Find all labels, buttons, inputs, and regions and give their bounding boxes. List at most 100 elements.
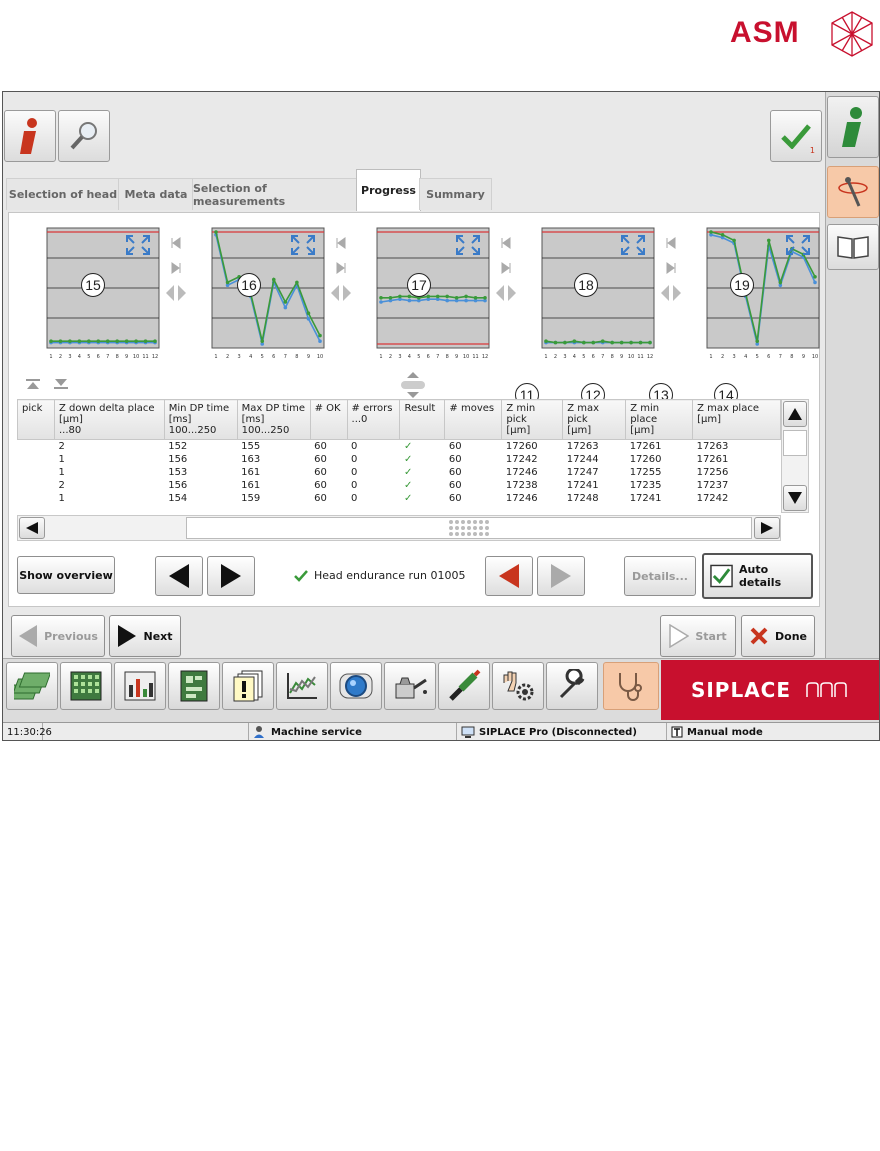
show-overview-button[interactable]: Show overview [17, 556, 115, 594]
details-button[interactable]: Details... [624, 556, 696, 596]
chart-16[interactable]: 1 2 3 4 5 6 7 8 9 10 [200, 222, 338, 372]
expand-chart-icon[interactable] [620, 234, 646, 256]
toolbar-statistics-button[interactable] [114, 662, 166, 710]
tab-progress[interactable]: Progress [356, 169, 421, 211]
toolbar-tools-button[interactable] [438, 662, 490, 710]
next-run-button[interactable] [207, 556, 255, 596]
column-header-max-dp-time[interactable]: Max DP time [ms] 100...250 [236, 399, 311, 440]
column-header-z-min-place[interactable]: Z min place [µm] [625, 399, 694, 440]
data-point [318, 333, 322, 338]
data-point [648, 340, 652, 345]
toolbar-grid-button[interactable] [60, 662, 112, 710]
info-button[interactable] [4, 110, 56, 162]
column-header-min-dp-time[interactable]: Min DP time [ms] 100...250 [163, 399, 238, 440]
expand-chart-icon[interactable] [785, 234, 811, 256]
toolbar-setup-button[interactable] [6, 662, 58, 710]
table-cell: 17263 [696, 441, 729, 452]
chart-19[interactable]: 1 2 3 4 5 6 7 8 9 10 [695, 222, 833, 372]
scroll-left-button[interactable] [19, 517, 45, 539]
expand-chart-icon[interactable] [455, 234, 481, 256]
tab-meta-data[interactable]: Meta data [118, 178, 194, 210]
chart-nav-4[interactable] [659, 233, 683, 333]
previous-measurement-button[interactable] [485, 556, 533, 596]
data-point [134, 339, 138, 343]
table-cell: 0 [351, 441, 358, 452]
data-point [445, 298, 449, 303]
service-tool-button[interactable] [827, 166, 879, 218]
table-vertical-scrollbar[interactable] [781, 399, 809, 513]
scroll-down-button[interactable] [783, 485, 807, 511]
scroll-top-icon[interactable] [25, 378, 41, 390]
oil-can-icon [395, 677, 427, 699]
column-header-z-down-delta-place[interactable]: Z down delta place [µm] ...80 [53, 399, 165, 440]
column-header-z-max-pick[interactable]: Z max pick [µm] [562, 399, 627, 440]
toolbar-trend-button[interactable] [276, 662, 328, 710]
chart-nav-1[interactable] [164, 233, 188, 333]
help-info-button[interactable] [827, 96, 879, 158]
result-check-cell: ✓ [403, 467, 413, 478]
header-line: Z min place [630, 403, 660, 425]
table-cell: 0 [351, 480, 358, 491]
table-cell: 153 [168, 467, 188, 478]
table-row[interactable]: 2 156 161 60 0 ✓ 60 17238 17241 17235 17237 [18, 479, 781, 492]
column-header-ok[interactable]: # OK [309, 399, 348, 440]
column-header-result[interactable]: Result [399, 399, 446, 440]
header-line: [µm] [697, 414, 721, 425]
start-button[interactable]: Start [660, 615, 736, 657]
table-row[interactable]: 2 152 155 60 0 ✓ 60 17260 17263 17261 17263 [18, 440, 781, 454]
toolbar-service-button[interactable] [603, 662, 659, 710]
scroll-right-button[interactable] [754, 517, 780, 539]
toolbar-wrench-button[interactable] [546, 662, 598, 710]
splitter-handle-icon[interactable] [397, 371, 429, 399]
table-horizontal-scrollbar[interactable] [17, 515, 781, 541]
chart-17[interactable]: 1 2 3 4 5 6 7 8 9 10 11 12 [365, 222, 503, 372]
vertical-scroll-thumb[interactable] [783, 430, 807, 456]
tab-selection-of-measurements[interactable]: Selection of measurements [192, 178, 358, 210]
table-row[interactable]: 1 153 161 60 0 ✓ 60 17246 17247 17255 17256 [18, 466, 781, 479]
tab-selection-of-head[interactable]: Selection of head [6, 178, 120, 210]
previous-run-button[interactable] [155, 556, 203, 596]
column-header-pick[interactable]: pick [17, 399, 55, 440]
tab-summary[interactable]: Summary [419, 178, 492, 210]
next-measurement-button[interactable] [537, 556, 585, 596]
scroll-up-button[interactable] [783, 401, 807, 427]
x-tick-label: 7 [284, 354, 287, 360]
x-tick-label: 12 [482, 354, 488, 360]
toolbar-camera-button[interactable] [330, 662, 382, 710]
column-header-errors[interactable]: # errors ...0 [346, 399, 401, 440]
chart-15[interactable]: 1 2 3 4 5 6 7 8 9 10 11 12 [35, 222, 173, 372]
data-point [464, 298, 468, 303]
x-tick-label: 8 [295, 354, 298, 360]
horizontal-scroll-thumb[interactable] [186, 517, 752, 539]
scroll-bottom-icon[interactable] [53, 378, 69, 390]
diagnostics-button[interactable] [58, 110, 110, 162]
table-row[interactable]: 1 154 159 60 0 ✓ 60 17246 17248 17241 17242 [18, 492, 781, 505]
column-header-moves[interactable]: # moves [444, 399, 503, 440]
previous-button[interactable]: Previous [11, 615, 105, 657]
x-tick-label: 8 [116, 354, 119, 360]
confirmation-button[interactable]: 1 [770, 110, 822, 162]
data-point [225, 280, 230, 285]
expand-chart-icon[interactable] [125, 234, 151, 256]
column-header-z-min-pick[interactable]: Z min pick [µm] [501, 399, 564, 440]
toolbar-settings-button[interactable] [492, 662, 544, 710]
chart-nav-3[interactable] [494, 233, 518, 333]
next-button[interactable]: Next [109, 615, 181, 657]
manual-button[interactable] [827, 224, 879, 270]
expand-chart-icon[interactable] [290, 234, 316, 256]
status-manual-mode-text: Manual mode [687, 726, 763, 738]
done-button[interactable]: Done [741, 615, 815, 657]
toolbar-board-button[interactable] [168, 662, 220, 710]
toolbar-messages-button[interactable] [222, 662, 274, 710]
table-header-row: pick Z down delta place [µm] ...80 Min DP … [17, 399, 781, 440]
column-header-z-max-place[interactable]: Z max place [µm] [692, 399, 781, 440]
chart-18[interactable]: 1 2 3 4 5 6 7 8 9 10 11 12 [530, 222, 668, 372]
toolbar-oil-button[interactable] [384, 662, 436, 710]
header-line: [µm] [506, 425, 531, 436]
arrow-left-icon [26, 522, 38, 534]
auto-details-toggle[interactable]: Auto details [702, 553, 813, 599]
table-row[interactable]: 1 156 163 60 0 ✓ 60 17242 17244 17260 17261 [18, 453, 781, 466]
chart-nav-2[interactable] [329, 233, 353, 333]
x-tick-label: 5 [756, 354, 759, 360]
confirmation-count: 1 [809, 146, 815, 155]
